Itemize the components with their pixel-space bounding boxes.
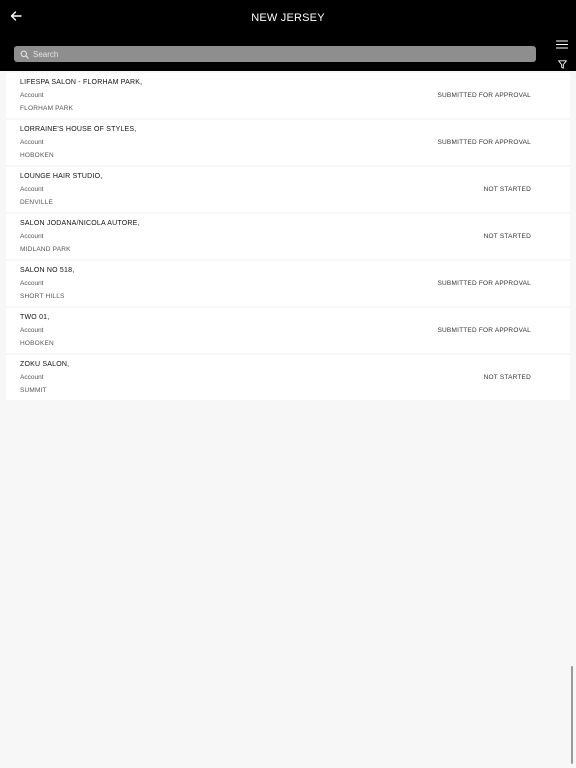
account-name: ZOKU SALON,: [20, 361, 70, 368]
account-city: HOBOKEN: [20, 340, 54, 347]
status-label: NOT STARTED: [483, 233, 531, 240]
status-label: NOT STARTED: [483, 374, 531, 381]
status-label: SUBMITTED FOR APPROVAL: [437, 92, 531, 99]
account-name: SALON NO 518,: [20, 267, 75, 274]
account-name: SALON JODANA/NICOLA AUTORE,: [20, 220, 140, 227]
scrollbar[interactable]: [571, 666, 573, 764]
account-city: HOBOKEN: [20, 152, 54, 159]
list-item[interactable]: LIFESPA SALON - FLORHAM PARK, Account FL…: [6, 73, 570, 118]
filter-button[interactable]: [557, 59, 567, 69]
account-city: DENVILLE: [20, 199, 54, 206]
account-city: MIDLAND PARK: [20, 246, 71, 253]
account-type: Account: [20, 233, 44, 240]
account-type: Account: [20, 374, 44, 381]
list-item[interactable]: TWO 01, Account HOBOKEN SUBMITTED FOR AP…: [6, 308, 570, 353]
account-list: LIFESPA SALON - FLORHAM PARK, Account FL…: [6, 73, 570, 402]
account-type: Account: [20, 139, 44, 146]
list-item[interactable]: LOUNGE HAIR STUDIO, Account DENVILLE NOT…: [6, 167, 570, 212]
account-name: LIFESPA SALON - FLORHAM PARK,: [20, 79, 143, 86]
hamburger-menu-icon: [556, 39, 568, 49]
list-item[interactable]: LORRAINE'S HOUSE OF STYLES, Account HOBO…: [6, 120, 570, 165]
account-name: TWO 01,: [20, 314, 50, 321]
list-item[interactable]: SALON NO 518, Account SHORT HILLS SUBMIT…: [6, 261, 570, 306]
account-city: SHORT HILLS: [20, 293, 65, 300]
account-name: LORRAINE'S HOUSE OF STYLES,: [20, 126, 137, 133]
list-item[interactable]: ZOKU SALON, Account SUMMIT NOT STARTED: [6, 355, 570, 400]
account-type: Account: [20, 280, 44, 287]
account-city: FLORHAM PARK: [20, 105, 74, 112]
status-label: SUBMITTED FOR APPROVAL: [437, 139, 531, 146]
filter-funnel-icon: [557, 59, 567, 69]
search-input[interactable]: [31, 47, 536, 61]
menu-button[interactable]: [555, 38, 569, 50]
search-bar[interactable]: [14, 46, 536, 62]
status-label: SUBMITTED FOR APPROVAL: [437, 280, 531, 287]
list-item[interactable]: SALON JODANA/NICOLA AUTORE, Account MIDL…: [6, 214, 570, 259]
search-icon: [17, 47, 31, 61]
account-type: Account: [20, 186, 44, 193]
status-label: SUBMITTED FOR APPROVAL: [437, 327, 531, 334]
page-title: NEW JERSEY: [251, 12, 325, 24]
top-bar: NEW JERSEY: [0, 0, 576, 71]
account-type: Account: [20, 327, 44, 334]
account-city: SUMMIT: [20, 387, 47, 394]
account-type: Account: [20, 92, 44, 99]
status-label: NOT STARTED: [483, 186, 531, 193]
account-name: LOUNGE HAIR STUDIO,: [20, 173, 103, 180]
